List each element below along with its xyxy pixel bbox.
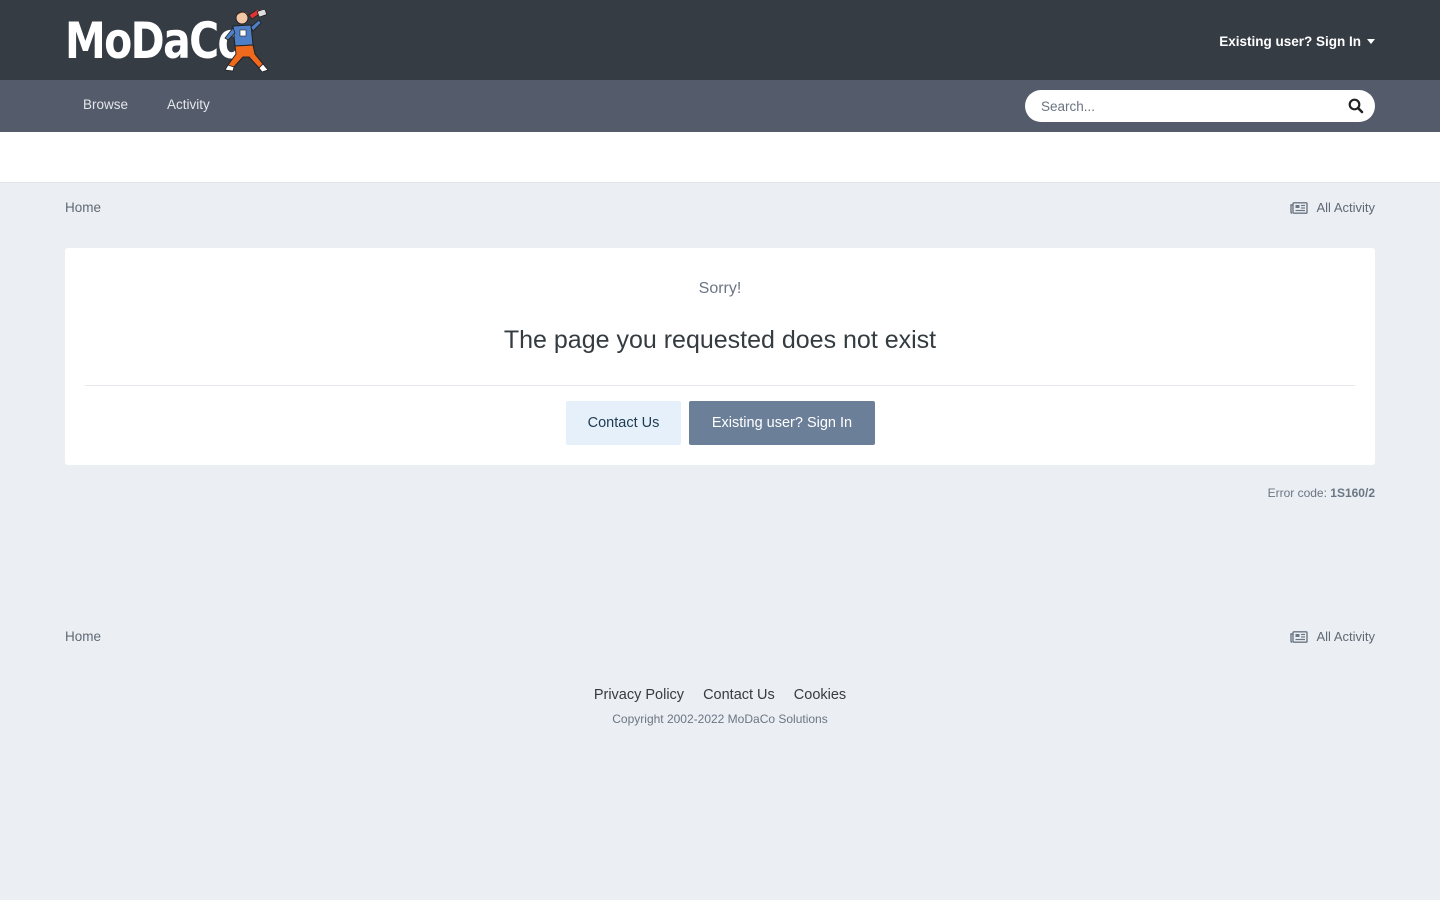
error-code-label: Error code: [1267, 486, 1327, 500]
footer-link-contact[interactable]: Contact Us [703, 687, 775, 703]
user-signin-link[interactable]: Existing user? Sign In [1219, 31, 1375, 51]
error-code-value: 1S160/2 [1330, 486, 1375, 500]
nav-item-activity[interactable]: Activity [167, 97, 210, 112]
card-divider [85, 385, 1355, 386]
contact-us-button[interactable]: Contact Us [566, 401, 681, 445]
error-title: The page you requested does not exist [503, 326, 937, 354]
site-logo[interactable]: MoDaCo [65, 10, 270, 72]
newspaper-icon [1290, 630, 1309, 643]
site-header: MoDaCo Existing user? Sign In [0, 0, 1440, 80]
search-box [1025, 90, 1375, 122]
all-activity-link[interactable]: All Activity [1290, 200, 1375, 215]
error-card: Sorry! The page you requested does not e… [65, 248, 1375, 465]
all-activity-label: All Activity [1316, 200, 1375, 215]
error-code: Error code: 1S160/2 [1268, 486, 1375, 500]
search-icon[interactable] [1347, 97, 1365, 115]
error-sorry: Sorry! [698, 280, 742, 297]
footer-link-cookies[interactable]: Cookies [794, 687, 846, 703]
nav-item-browse[interactable]: Browse [83, 97, 128, 112]
user-signin-label: Existing user? Sign In [1219, 33, 1361, 49]
footer-all-activity-label: All Activity [1316, 629, 1375, 644]
content-header-strip [0, 132, 1440, 183]
copyright: Copyright 2002-2022 MoDaCo Solutions [612, 712, 828, 726]
newspaper-icon [1290, 201, 1309, 214]
footer-link-privacy[interactable]: Privacy Policy [594, 687, 684, 703]
caret-down-icon [1367, 38, 1375, 44]
main-nav: Browse Activity [0, 80, 1440, 132]
footer-all-activity-link[interactable]: All Activity [1290, 629, 1375, 644]
footer-breadcrumb-home[interactable]: Home [65, 629, 101, 644]
search-input[interactable] [1041, 90, 1331, 122]
footer-links: Privacy Policy Contact Us Cookies [0, 687, 1440, 703]
sign-in-button[interactable]: Existing user? Sign In [689, 401, 875, 445]
logo-text: MoDaCo [65, 12, 246, 70]
mascot-icon [224, 10, 269, 72]
breadcrumb-home[interactable]: Home [65, 200, 101, 215]
